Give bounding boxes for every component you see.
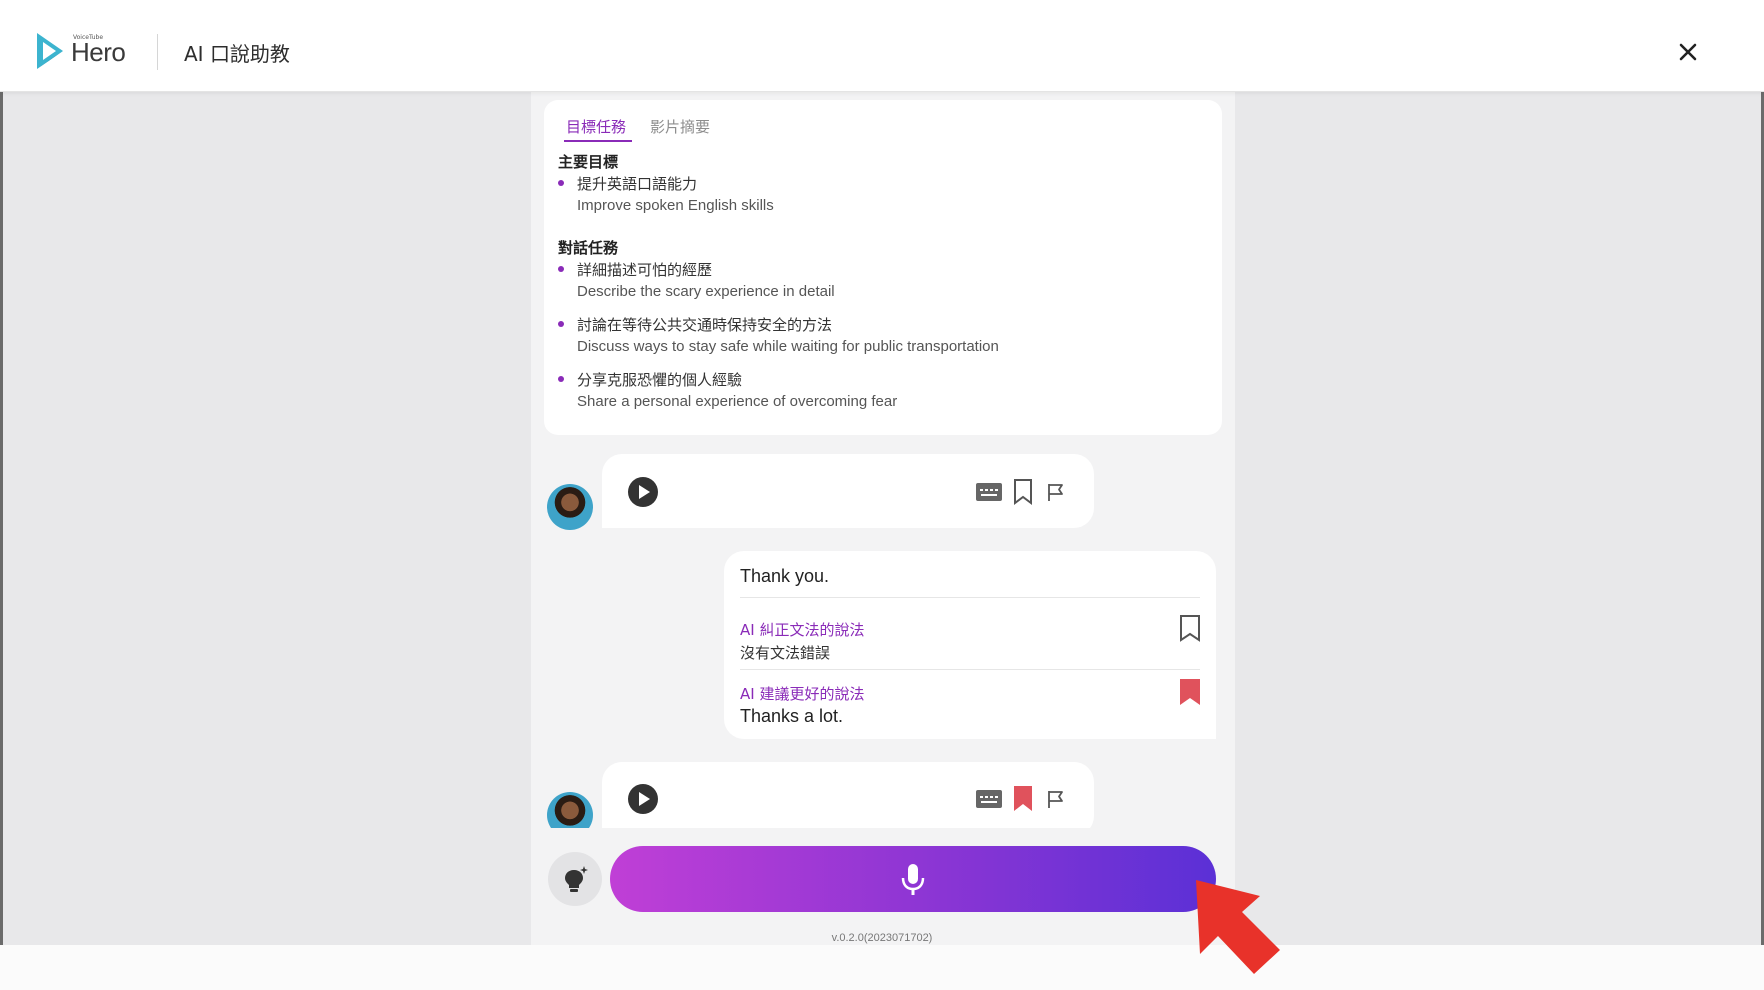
list-bullet [558,376,564,382]
bookmark-outline-icon[interactable] [1179,614,1201,642]
header-divider [157,34,158,70]
main-goal-title: 主要目標 [558,153,619,171]
tab-goal-tasks[interactable]: 目標任務 [566,116,626,137]
bookmark-outline-icon[interactable] [1013,478,1033,505]
grammar-correction-label: AI 糾正文法的說法 [740,621,865,639]
play-icon[interactable] [628,477,658,507]
record-button[interactable] [610,846,1216,912]
task-en: Describe the scary experience in detail [577,283,835,300]
task-en: Share a personal experience of overcomin… [577,393,898,410]
list-bullet [558,321,564,327]
logo-text: Hero [71,37,126,67]
task-zh: 詳細描述可怕的經歷 [577,261,713,279]
top-header: VoiceTube Hero AI 口說助教 [0,0,1764,92]
bookmark-filled-icon[interactable] [1179,678,1201,706]
bookmark-filled-icon[interactable] [1013,785,1033,812]
goal-en: Improve spoken English skills [577,197,774,214]
close-icon[interactable] [1672,36,1704,68]
list-bullet [558,180,564,186]
play-icon[interactable] [628,784,658,814]
page-title: AI 口說助教 [184,42,290,66]
tab-video-summary[interactable]: 影片摘要 [650,116,710,137]
bottom-strip [0,945,1764,990]
hint-button[interactable] [548,852,602,906]
page: VoiceTube Hero AI 口說助教 目標任務 影片摘要 主要目標 提升… [0,0,1764,990]
list-bullet [558,266,564,272]
microphone-icon [901,864,925,895]
flag-icon[interactable] [1046,482,1066,502]
flag-icon[interactable] [1046,789,1066,809]
user-message-text: Thank you. [740,566,830,586]
ai-avatar [547,484,593,530]
divider [740,597,1200,598]
divider [740,669,1200,670]
task-zh: 討論在等待公共交通時保持安全的方法 [577,316,833,334]
grammar-correction-value: 沒有文法錯誤 [740,644,831,662]
version-label: v.0.2.0(2023071702) [831,932,933,944]
subtitle-icon[interactable] [976,483,1002,501]
dialog-tasks-title: 對話任務 [558,239,619,257]
lightbulb-icon [565,866,588,892]
goal-zh: 提升英語口語能力 [577,175,698,193]
active-tab-indicator [564,140,632,142]
pointer-arrow-icon [1196,880,1280,974]
task-zh: 分享克服恐懼的個人經驗 [577,371,743,389]
task-en: Discuss ways to stay safe while waiting … [577,338,999,355]
ai-avatar [547,792,593,828]
better-phrase-value: Thanks a lot. [740,706,844,726]
backdrop-edge-left [0,92,3,945]
subtitle-icon[interactable] [976,790,1002,808]
better-phrase-label: AI 建議更好的說法 [740,685,865,703]
